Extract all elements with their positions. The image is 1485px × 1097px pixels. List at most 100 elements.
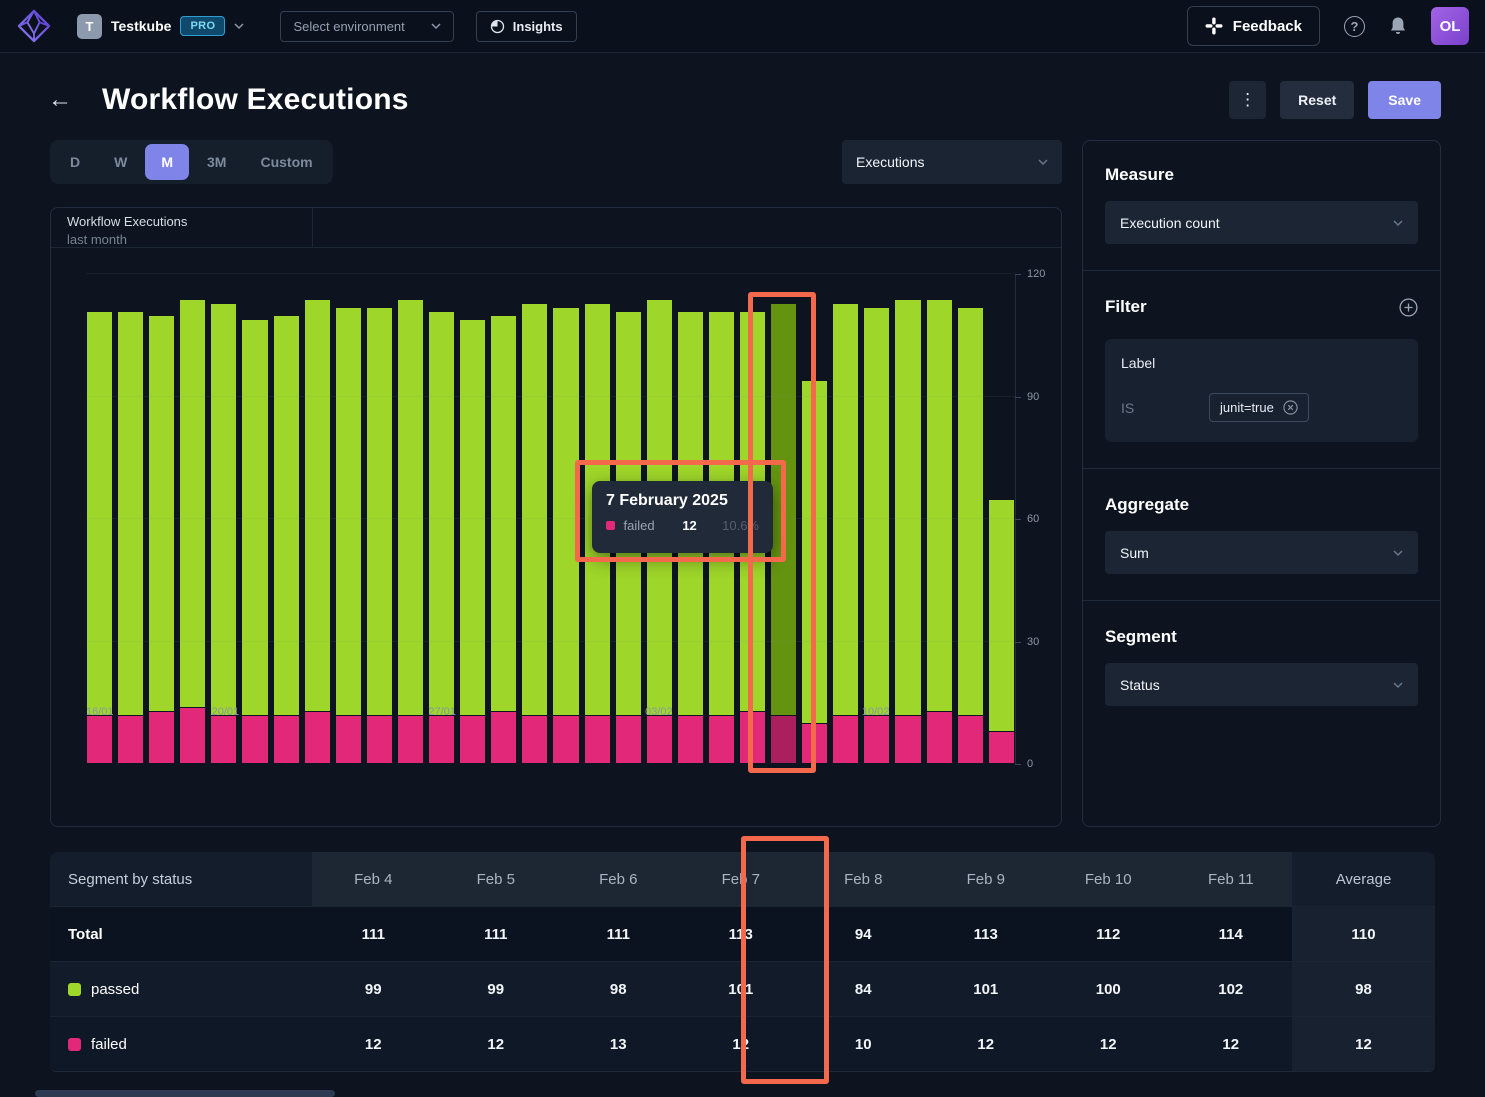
row-label-failed: failed — [50, 1017, 312, 1071]
chevron-down-icon — [1393, 548, 1403, 558]
filter-value-chip[interactable]: junit=true — [1209, 393, 1309, 422]
cell-total-feb-10: 112 — [1047, 907, 1170, 961]
table-column-header-feb-11: Feb 11 — [1170, 852, 1293, 906]
org-avatar: T — [77, 14, 102, 39]
table-column-header-feb-7: Feb 7 — [680, 852, 803, 906]
cell-passed-feb-11: 102 — [1170, 962, 1293, 1016]
user-avatar[interactable]: OL — [1431, 7, 1469, 45]
y-tick-90: 90 — [1027, 391, 1039, 403]
cell-passed-feb-6: 98 — [557, 962, 680, 1016]
bar-17-01[interactable] — [117, 311, 144, 764]
metric-select[interactable]: Executions — [842, 140, 1062, 184]
plan-badge: PRO — [180, 16, 225, 36]
remove-chip-icon[interactable] — [1283, 400, 1298, 415]
bar-11-02[interactable] — [894, 299, 921, 765]
bar-27-01[interactable] — [428, 311, 455, 764]
cell-total-feb-7: 113 — [680, 907, 803, 961]
segment-select[interactable]: Status — [1105, 663, 1418, 706]
x-tick-03-02: 03/02 — [645, 706, 673, 718]
insights-button[interactable]: Insights — [476, 11, 577, 42]
chevron-down-icon — [1393, 218, 1403, 228]
time-tab-m[interactable]: M — [145, 144, 189, 180]
bar-10-02[interactable] — [863, 307, 890, 764]
filter-card: Label IS junit=true — [1105, 339, 1418, 442]
segment-table: Segment by statusFeb 4Feb 5Feb 6Feb 7Feb… — [50, 852, 1435, 1072]
table-row-passed: passed9999981018410110010298 — [50, 961, 1435, 1016]
cell-total-feb-11: 114 — [1170, 907, 1293, 961]
chevron-down-icon — [1393, 680, 1403, 690]
bar-18-01[interactable] — [148, 315, 175, 764]
time-tab-d[interactable]: D — [54, 144, 96, 180]
row-label-passed: passed — [50, 962, 312, 1016]
bar-26-01[interactable] — [397, 299, 424, 765]
table-column-header-feb-4: Feb 4 — [312, 852, 435, 906]
bar-31-01[interactable] — [552, 307, 579, 764]
bar-29-01[interactable] — [490, 315, 517, 764]
filter-operator: IS — [1121, 400, 1209, 416]
table-corner-header: Segment by status — [50, 852, 312, 906]
page-title: Workflow Executions — [102, 83, 409, 117]
horizontal-scrollbar[interactable] — [35, 1090, 335, 1097]
chart-panel: Workflow Executions last month 030609012… — [50, 207, 1062, 827]
bell-icon — [1389, 16, 1407, 36]
chart-title: Workflow Executions — [67, 214, 312, 229]
add-filter-icon[interactable] — [1399, 298, 1418, 317]
top-navigation-bar: T Testkube PRO Select environment Insigh… — [0, 0, 1485, 53]
chevron-down-icon — [1038, 157, 1048, 167]
y-tick-120: 120 — [1027, 268, 1045, 280]
bar-24-01[interactable] — [335, 307, 362, 764]
bar-28-01[interactable] — [459, 319, 486, 764]
bar-13-02[interactable] — [957, 307, 984, 764]
cell-passed-feb-4: 99 — [312, 962, 435, 1016]
bar-16-01[interactable] — [86, 311, 113, 764]
bar-07-02[interactable] — [770, 303, 797, 764]
feedback-button[interactable]: Feedback — [1187, 6, 1320, 46]
bar-14-02[interactable] — [988, 499, 1015, 764]
filter-field-label: Label — [1121, 355, 1402, 371]
slack-icon — [1205, 17, 1223, 35]
org-switcher[interactable]: T Testkube PRO — [77, 14, 244, 39]
table-row-failed: failed121213121012121212 — [50, 1016, 1435, 1071]
environment-select[interactable]: Select environment — [280, 11, 453, 42]
x-axis-labels: 16/0120/0127/0103/0210/02 — [86, 706, 1015, 722]
y-tick-0: 0 — [1027, 758, 1033, 770]
org-name: Testkube — [111, 18, 171, 34]
time-tab-custom[interactable]: Custom — [244, 144, 328, 180]
bar-20-01[interactable] — [210, 303, 237, 764]
aggregate-select[interactable]: Sum — [1105, 531, 1418, 574]
bar-23-01[interactable] — [304, 299, 331, 764]
y-tick-60: 60 — [1027, 513, 1039, 525]
testkube-logo-icon[interactable] — [17, 9, 51, 43]
cell-total-feb-5: 111 — [435, 907, 558, 961]
reset-button[interactable]: Reset — [1280, 81, 1354, 119]
chart-settings-panel: Measure Execution count Filter Label IS … — [1082, 140, 1441, 827]
bar-09-02[interactable] — [832, 303, 859, 764]
bar-12-02[interactable] — [926, 299, 953, 764]
aggregate-select-value: Sum — [1120, 545, 1149, 561]
segment-select-value: Status — [1120, 677, 1160, 693]
time-tab-3m[interactable]: 3M — [191, 144, 242, 180]
bar-25-01[interactable] — [366, 307, 393, 764]
back-button[interactable]: ← — [48, 86, 72, 114]
more-options-button[interactable]: ⋮ — [1229, 81, 1266, 119]
time-range-tabs: DWM3MCustom — [50, 140, 333, 184]
time-tab-w[interactable]: W — [98, 144, 143, 180]
cell-total-feb-6: 111 — [557, 907, 680, 961]
save-button[interactable]: Save — [1368, 81, 1441, 119]
failed-swatch — [68, 1038, 81, 1051]
cell-passed-feb-8: 84 — [802, 962, 925, 1016]
cell-passed-feb-10: 100 — [1047, 962, 1170, 1016]
cell-passed-feb-9: 101 — [925, 962, 1048, 1016]
bar-22-01[interactable] — [273, 315, 300, 764]
tooltip-value: 12 — [682, 518, 722, 533]
cell-failed-feb-5: 12 — [435, 1017, 558, 1071]
notifications-button[interactable] — [1389, 16, 1407, 36]
measure-select[interactable]: Execution count — [1105, 201, 1418, 244]
cell-failed-feb-10: 12 — [1047, 1017, 1170, 1071]
bar-30-01[interactable] — [521, 303, 548, 764]
cell-failed-feb-9: 12 — [925, 1017, 1048, 1071]
row-label-total: Total — [50, 907, 312, 961]
bar-21-01[interactable] — [241, 319, 268, 764]
bar-19-01[interactable] — [179, 299, 206, 764]
help-button[interactable]: ? — [1344, 16, 1365, 37]
